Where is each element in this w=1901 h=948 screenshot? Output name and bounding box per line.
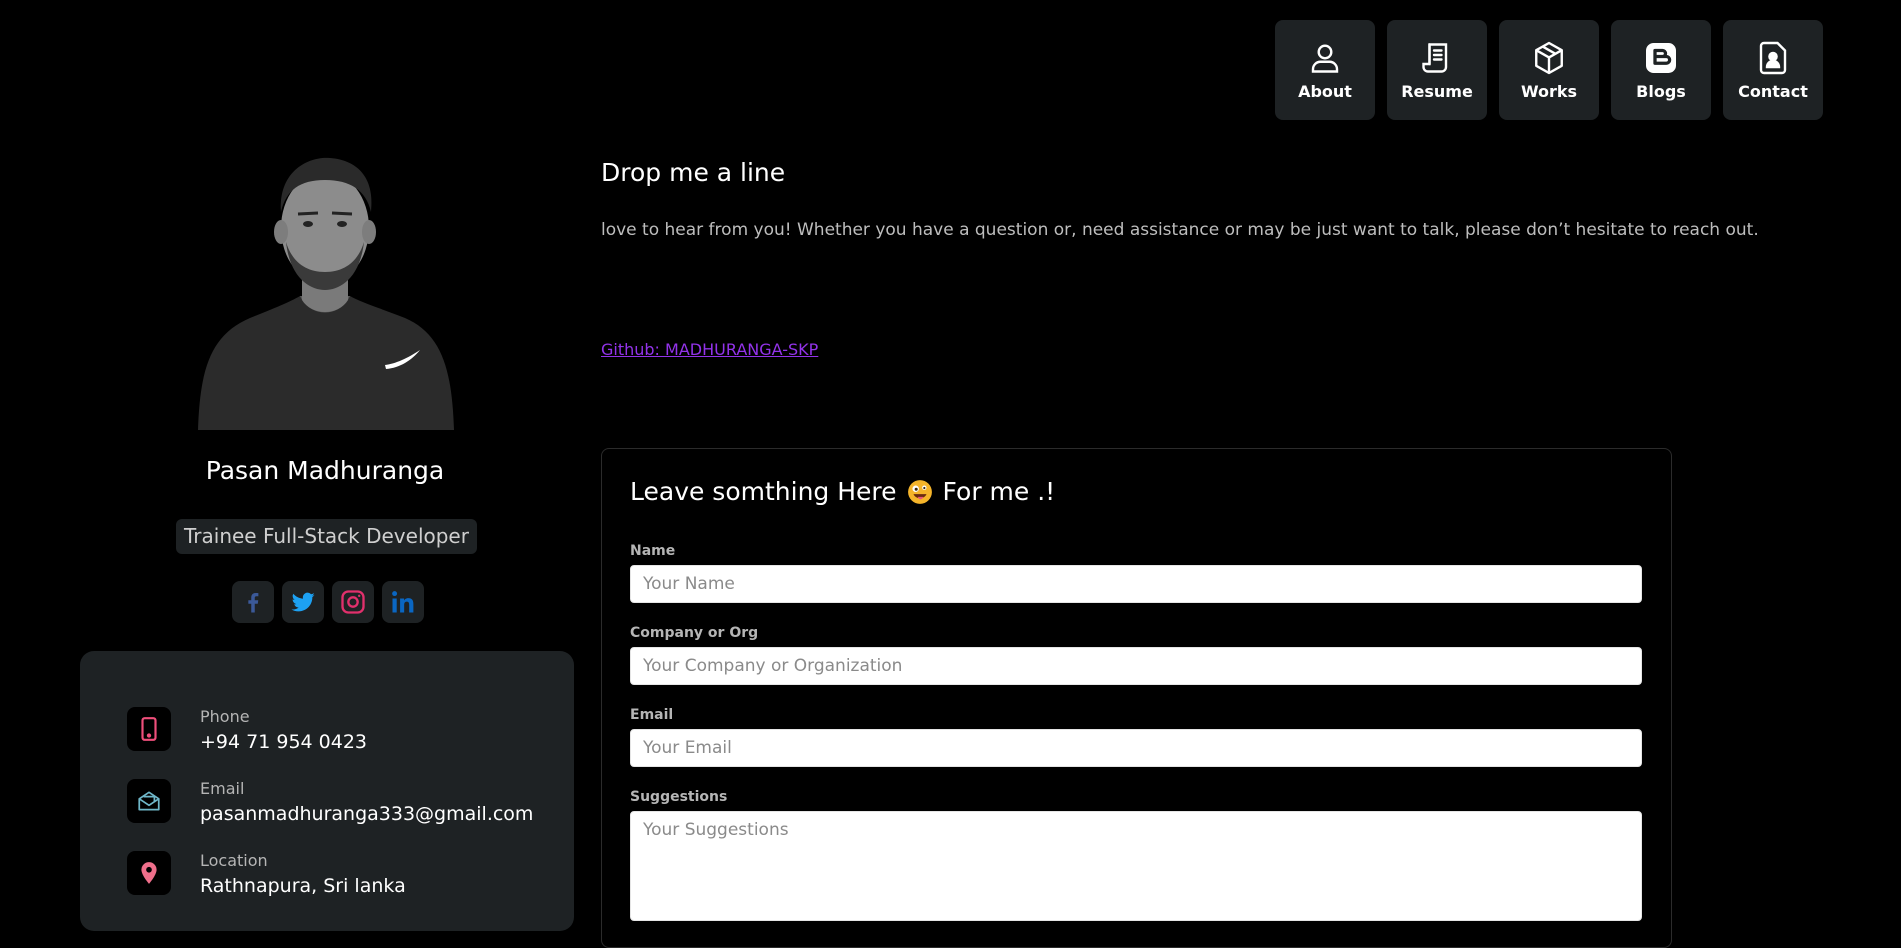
contact-card-icon: [1759, 41, 1787, 74]
phone-label: Phone: [200, 707, 250, 726]
contact-form: Leave somthing Here For me .! Name Compa…: [601, 448, 1672, 948]
suggestions-label: Suggestions: [630, 789, 728, 805]
company-input[interactable]: [630, 647, 1642, 685]
facebook-link[interactable]: [232, 581, 274, 623]
instagram-link[interactable]: [332, 581, 374, 623]
role-badge: Trainee Full-Stack Developer: [176, 519, 477, 554]
nav-resume[interactable]: Resume: [1387, 20, 1487, 120]
name-input[interactable]: [630, 565, 1642, 603]
email-input[interactable]: [630, 729, 1642, 767]
location-pin-icon: [127, 851, 171, 895]
profile-photo: [190, 150, 460, 430]
page-title: Drop me a line: [601, 158, 786, 187]
document-icon: [1422, 42, 1448, 73]
crazy-face-emoji-icon: [907, 479, 932, 504]
contact-phone: Phone +94 71 954 0423: [127, 707, 367, 755]
twitter-link[interactable]: [282, 581, 324, 623]
phone-icon: [127, 707, 171, 751]
instagram-icon: [341, 590, 365, 614]
intro-text: love to hear from you! Whether you have …: [601, 220, 1759, 240]
mail-open-icon: [127, 779, 171, 823]
email-label: Email: [200, 779, 245, 798]
linkedin-icon: [392, 591, 414, 613]
phone-value: +94 71 954 0423: [200, 731, 368, 753]
nav-contact-label: Contact: [1738, 81, 1808, 101]
nav-works[interactable]: Works: [1499, 20, 1599, 120]
profile-name: Pasan Madhuranga: [205, 456, 445, 485]
nav-blogs-label: Blogs: [1636, 81, 1686, 101]
contact-info-card: Phone +94 71 954 0423 Email pasanmadhura…: [80, 651, 574, 931]
nav-works-label: Works: [1520, 81, 1578, 101]
location-label: Location: [200, 851, 268, 870]
nav-resume-label: Resume: [1401, 81, 1473, 101]
blogger-icon: [1646, 42, 1676, 73]
linkedin-link[interactable]: [382, 581, 424, 623]
nav-contact[interactable]: Contact: [1723, 20, 1823, 120]
email-value: pasanmadhuranga333@gmail.com: [200, 803, 534, 825]
form-title-suffix: For me .!: [942, 477, 1056, 506]
form-title-text: Leave somthing Here: [630, 477, 897, 506]
name-label: Name: [630, 543, 676, 559]
box-icon: [1535, 41, 1563, 74]
github-link[interactable]: Github: MADHURANGA-SKP: [601, 340, 818, 359]
contact-location: Location Rathnapura, Sri lanka: [127, 851, 406, 899]
user-icon: [1311, 44, 1339, 73]
location-value: Rathnapura, Sri lanka: [200, 875, 406, 897]
nav-blogs[interactable]: Blogs: [1611, 20, 1711, 120]
social-links: [232, 581, 424, 623]
nav-about[interactable]: About: [1275, 20, 1375, 120]
company-label: Company or Org: [630, 625, 759, 641]
top-nav: About Resume Works Blogs Contact: [1275, 20, 1823, 120]
facebook-icon: [248, 593, 259, 613]
suggestions-textarea[interactable]: [630, 811, 1642, 921]
email-field-label: Email: [630, 707, 674, 723]
nav-about-label: About: [1298, 81, 1352, 101]
contact-email: Email pasanmadhuranga333@gmail.com: [127, 779, 533, 827]
form-title: Leave somthing Here For me .!: [630, 477, 1055, 506]
twitter-icon: [291, 592, 315, 612]
